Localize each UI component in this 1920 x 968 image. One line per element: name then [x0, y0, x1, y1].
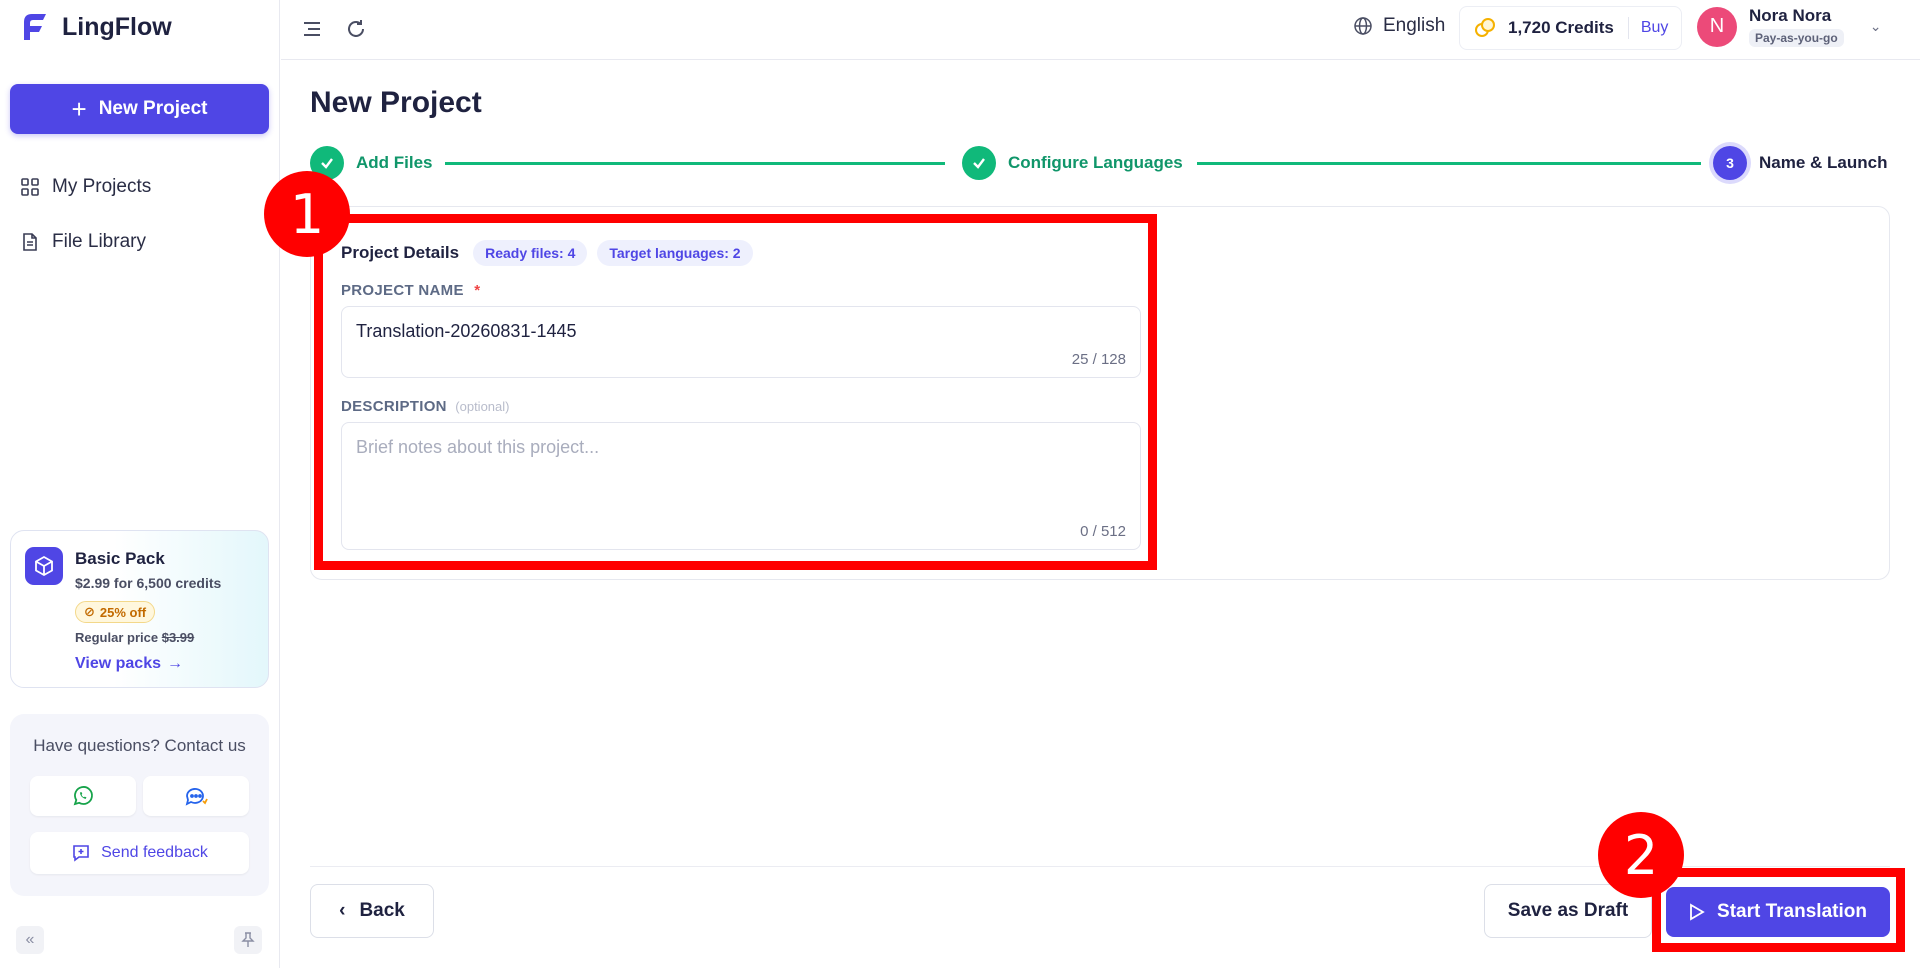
user-name: Nora Nora: [1749, 6, 1832, 25]
promo-title: Basic Pack: [75, 549, 165, 568]
refresh-icon[interactable]: [344, 17, 368, 41]
regular-price-value: $3.99: [161, 630, 195, 645]
view-packs-label: View packs: [75, 655, 161, 672]
step-connector: [1197, 162, 1701, 165]
progress-stepper: Add Files Configure Languages 3 Name & L…: [310, 146, 1890, 180]
send-feedback-label: Send feedback: [101, 844, 208, 861]
credits-widget: 1,720 Credits Buy: [1459, 6, 1682, 50]
help-title: Have questions? Contact us: [33, 736, 246, 755]
new-project-button[interactable]: + New Project: [10, 84, 269, 134]
app-logo[interactable]: LingFlow: [20, 10, 172, 44]
top-bar: English 1,720 Credits Buy N Nora Nora Pa…: [281, 0, 1920, 60]
step-label: Configure Languages: [1008, 153, 1183, 172]
grid-icon: [21, 178, 39, 196]
promo-price: $2.99 for 6,500 credits: [75, 575, 222, 591]
annotation-box-1: [314, 214, 1157, 570]
plus-icon: +: [71, 94, 87, 124]
regular-price-label: Regular price: [75, 630, 159, 645]
step-name-launch: 3 Name & Launch: [1713, 146, 1887, 180]
coins-icon: [1475, 18, 1495, 37]
package-icon: [25, 547, 63, 585]
credits-divider: [1627, 17, 1629, 39]
back-label: Back: [359, 900, 405, 921]
pin-sidebar-button[interactable]: [234, 926, 262, 954]
chat-icon: [185, 788, 208, 806]
buy-credits-link[interactable]: Buy: [1641, 19, 1669, 37]
save-draft-label: Save as Draft: [1507, 900, 1629, 921]
discount-label: 25% off: [99, 604, 147, 620]
annotation-badge-2: 2: [1598, 812, 1684, 898]
language-selector[interactable]: English: [1353, 15, 1445, 37]
sidebar-item-label: My Projects: [52, 176, 152, 197]
avatar: N: [1697, 6, 1737, 47]
lingflow-logo-icon: [24, 14, 46, 40]
chat-button[interactable]: [143, 776, 249, 816]
step-label: Name & Launch: [1759, 153, 1888, 172]
regular-price: Regular price $3.99: [75, 630, 194, 645]
back-button[interactable]: ‹ Back: [310, 884, 434, 938]
language-label: English: [1383, 15, 1446, 36]
sidebar-item-label: File Library: [52, 231, 146, 252]
chevron-left-icon: ‹: [339, 900, 346, 921]
app-name: LingFlow: [62, 12, 172, 41]
arrow-right-icon: →: [166, 655, 183, 672]
collapse-sidebar-button[interactable]: «: [16, 926, 44, 954]
new-project-label: New Project: [98, 98, 208, 119]
help-panel: Have questions? Contact us Send feedback: [10, 714, 269, 896]
step-add-files[interactable]: Add Files: [310, 146, 433, 180]
step-label: Add Files: [356, 153, 433, 172]
step-connector: [445, 162, 945, 165]
promo-card: Basic Pack $2.99 for 6,500 credits ⊘ 25%…: [10, 530, 269, 688]
discount-badge: ⊘ 25% off: [75, 601, 156, 623]
feedback-icon: [73, 845, 89, 862]
step-number: 3: [1713, 146, 1747, 180]
annotation-box-2: [1652, 868, 1905, 952]
send-feedback-button[interactable]: Send feedback: [30, 832, 249, 874]
step-configure-languages[interactable]: Configure Languages: [962, 146, 1183, 180]
globe-icon: [1354, 17, 1372, 35]
pin-icon: [241, 932, 255, 947]
sidebar: LingFlow + New Project My Projects File …: [0, 0, 280, 968]
document-icon: [23, 233, 37, 251]
whatsapp-button[interactable]: [30, 776, 136, 816]
sidebar-item-file-library[interactable]: File Library: [20, 231, 146, 253]
page-title: New Project: [310, 86, 482, 119]
chevron-down-icon: ⌄: [1869, 18, 1882, 34]
discount-icon: ⊘: [84, 604, 95, 619]
double-chevron-left-icon: «: [25, 931, 35, 948]
annotation-badge-1: 1: [264, 171, 350, 257]
credits-balance: 1,720 Credits: [1508, 18, 1614, 37]
check-icon: [962, 146, 996, 180]
user-menu[interactable]: N Nora Nora Pay-as-you-go ⌄: [1697, 6, 1881, 47]
user-info: Nora Nora Pay-as-you-go: [1749, 6, 1844, 47]
view-packs-link[interactable]: View packs →: [75, 655, 183, 673]
sidebar-item-my-projects[interactable]: My Projects: [20, 176, 151, 198]
menu-icon[interactable]: [300, 17, 324, 41]
user-plan-badge: Pay-as-you-go: [1749, 29, 1844, 47]
whatsapp-icon: [73, 786, 93, 806]
